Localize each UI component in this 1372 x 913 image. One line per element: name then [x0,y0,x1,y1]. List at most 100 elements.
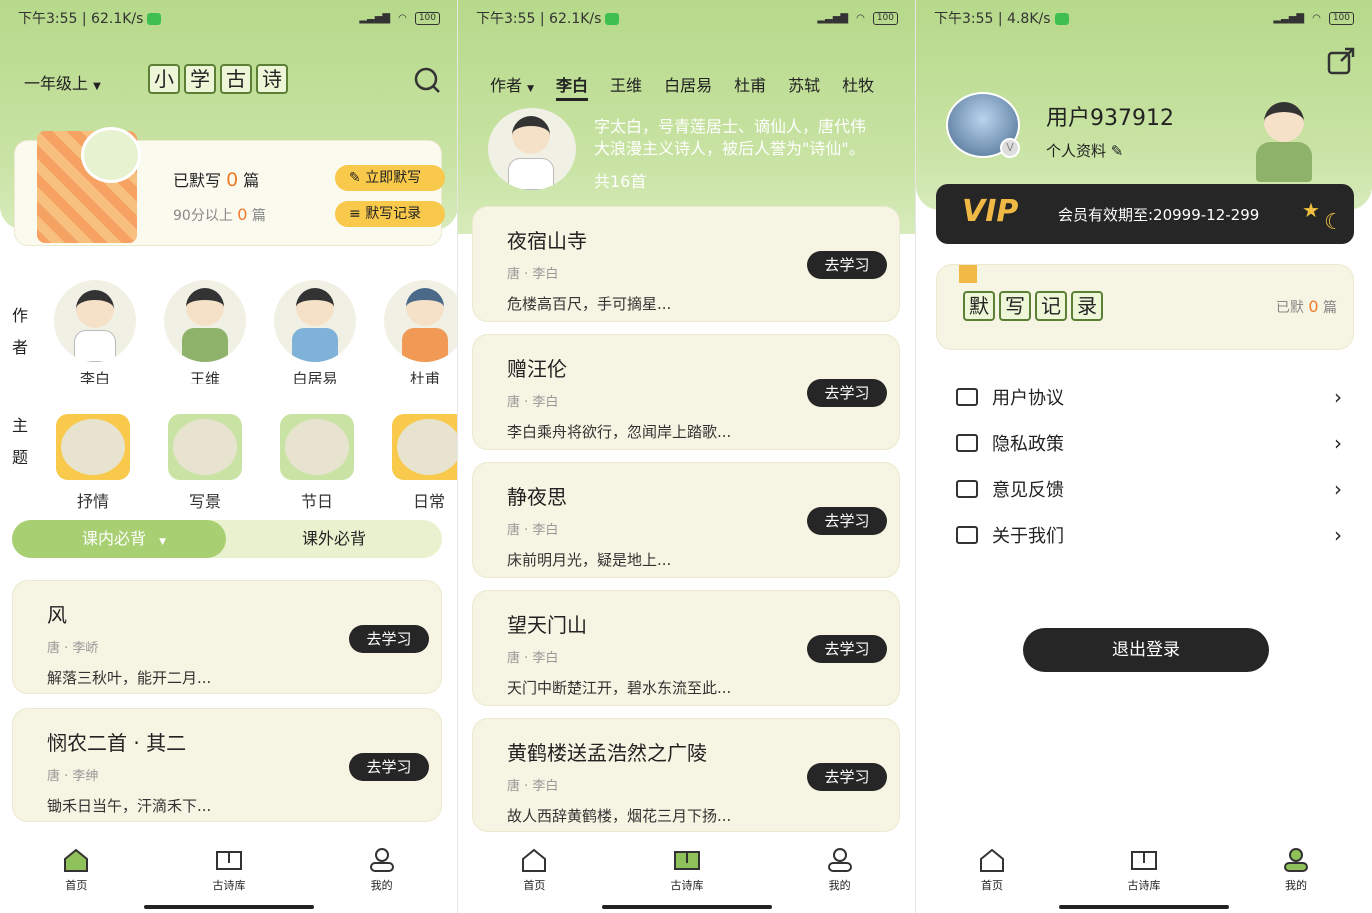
verified-badge: V [1000,138,1020,158]
menu-feedback[interactable]: 意见反馈 › [956,474,1342,504]
poem-title: 望天门山 [507,613,587,637]
battery-icon: 100 [414,11,440,25]
status-time: 下午3:55 | 4.8K/s [934,11,1051,27]
recite-now-button[interactable]: ✎ 立即默写 [335,165,445,191]
signal-icon: ▂▃▅▇ [817,12,849,24]
menu-user-agreement[interactable]: 用户协议 › [956,382,1342,412]
avatar[interactable]: V [946,92,1020,158]
bottom-nav: 首页 古诗库 我的 [916,837,1372,913]
vip-card[interactable]: VIP 会员有效期至:20999-12-299 ★ ☾ [936,184,1354,244]
theme-section-label: 主题 [12,416,29,467]
search-icon[interactable] [413,66,441,94]
home-indicator [1059,905,1229,909]
home-screen: 下午3:55 | 62.1K/s ▂▃▅▇ ◠ 100 一年级上 ▼ 小 学 古 诗… [0,0,458,913]
poet-bai-juyi[interactable]: 白居易 [270,280,360,384]
author-avatar [488,108,576,190]
nav-home[interactable]: 首页 [494,847,574,913]
poem-title: 悯农二首 · 其二 [47,731,187,755]
author-section-label: 作者 [12,306,29,357]
poem-card[interactable]: 夜宿山寺 唐 · 李白 危楼高百尺，手可摘星... 去学习 [472,206,900,322]
poem-card[interactable]: 风 唐 · 李峤 解落三秋叶，能开二月... 去学习 [12,580,442,694]
tab-bai-juyi[interactable]: 白居易 [664,72,712,101]
poet-avatar [54,280,136,362]
nav-profile[interactable]: 我的 [1256,847,1336,913]
profile-screen: 下午3:55 | 4.8K/s ▂▃▅▇ ◠ 100 V 用户937912 个人资料… [916,0,1372,913]
edit-icon: ✎ [1110,142,1124,160]
poet-li-bai[interactable]: 李白 [50,280,140,384]
menu-about-us[interactable]: 关于我们 › [956,520,1342,550]
poet-wang-wei[interactable]: 王维 [160,280,250,384]
poem-title: 风 [47,603,67,627]
moon-icon: ☾ [1324,210,1344,235]
nav-home[interactable]: 首页 [952,847,1032,913]
tab-du-mu[interactable]: 杜牧 [842,72,874,101]
record-title: 默 写 记 录 [963,291,1107,321]
nav-home[interactable]: 首页 [36,847,116,913]
tab-in-class[interactable]: 课内必背 ▼ [12,520,226,558]
recite-summary-card: 已默写 0 篇 90分以上 0 篇 ✎ 立即默写 ≡ 默写记录 [14,127,445,246]
nav-profile[interactable]: 我的 [800,847,880,913]
poem-meta: 唐 · 李白 [507,523,559,538]
go-study-button[interactable]: 去学习 [807,635,887,663]
chevron-right-icon: › [1334,523,1342,547]
caret-down-icon: ▼ [159,537,167,547]
theme-lyric[interactable]: 抒情 [48,414,138,512]
recite-record-card[interactable]: 默 写 记 录 已默 0 篇 [936,264,1354,350]
poem-card[interactable]: 赠汪伦 唐 · 李白 李白乘舟将欲行，忽闻岸上踏歌... 去学习 [472,334,900,450]
theme-image [280,414,354,480]
theme-name: 节日 [300,492,333,511]
wechat-icon [147,13,162,25]
vip-expiry: 会员有效期至:20999-12-299 [1058,206,1260,224]
bookmark-icon [959,265,977,283]
username: 用户937912 [1046,106,1174,131]
title-char: 学 [184,64,216,94]
tab-extra-class[interactable]: 课外必背 [226,520,442,558]
nav-profile[interactable]: 我的 [342,847,422,913]
nav-library[interactable]: 古诗库 [1104,847,1184,913]
poem-line: 故人西辞黄鹤楼，烟花三月下扬... [507,807,732,825]
go-study-button[interactable]: 去学习 [807,251,887,279]
go-study-button[interactable]: 去学习 [349,753,429,781]
poem-line: 解落三秋叶，能开二月... [47,669,212,687]
title-char: 诗 [256,64,288,94]
share-icon[interactable] [1326,46,1356,76]
poet-avatar [274,280,356,362]
status-bar: 下午3:55 | 4.8K/s ▂▃▅▇ ◠ 100 [934,8,1354,28]
tab-su-shi[interactable]: 苏轼 [788,72,820,101]
status-time: 下午3:55 | 62.1K/s [476,11,602,27]
title-char: 古 [220,64,252,94]
theme-festival[interactable]: 节日 [272,414,362,512]
poem-card[interactable]: 黄鹤楼送孟浩然之广陵 唐 · 李白 故人西辞黄鹤楼，烟花三月下扬... 去学习 [472,718,900,832]
wechat-icon [1054,13,1069,25]
go-study-button[interactable]: 去学习 [807,379,887,407]
theme-scenery[interactable]: 写景 [160,414,250,512]
go-study-button[interactable]: 去学习 [807,507,887,535]
recite-record-button[interactable]: ≡ 默写记录 [335,201,445,227]
theme-name: 日常 [412,492,445,511]
poem-card[interactable]: 静夜思 唐 · 李白 床前明月光，疑是地上... 去学习 [472,462,900,578]
go-study-button[interactable]: 去学习 [807,763,887,791]
logout-button[interactable]: 退出登录 [1023,628,1269,672]
tab-author-filter[interactable]: 作者 ▼ [490,72,534,101]
tab-wang-wei[interactable]: 王维 [610,72,642,101]
tab-du-fu[interactable]: 杜甫 [734,72,766,101]
chevron-right-icon: › [1334,477,1342,501]
nav-library[interactable]: 古诗库 [189,847,269,913]
tab-li-bai[interactable]: 李白 [556,72,589,101]
poem-meta: 唐 · 李白 [507,779,559,794]
nav-library[interactable]: 古诗库 [647,847,727,913]
poem-card[interactable]: 悯农二首 · 其二 唐 · 李绅 锄禾日当午，汗滴禾下... 去学习 [12,708,442,822]
poem-card[interactable]: 望天门山 唐 · 李白 天门中断楚江开，碧水东流至此... 去学习 [472,590,900,706]
theme-name: 写景 [188,492,221,511]
poem-title: 赠汪伦 [507,357,567,381]
book-icon [673,851,700,870]
theme-daily[interactable]: 日常 [384,414,458,512]
go-study-button[interactable]: 去学习 [349,625,429,653]
theme-image [392,414,458,480]
grade-selector[interactable]: 一年级上 ▼ [24,70,101,94]
poet-name: 白居易 [292,370,338,384]
menu-privacy-policy[interactable]: 隐私政策 › [956,428,1342,458]
poem-title: 黄鹤楼送孟浩然之广陵 [507,741,707,765]
profile-link[interactable]: 个人资料 ✎ [1046,140,1123,161]
poet-du-fu[interactable]: 杜甫 [380,280,458,384]
